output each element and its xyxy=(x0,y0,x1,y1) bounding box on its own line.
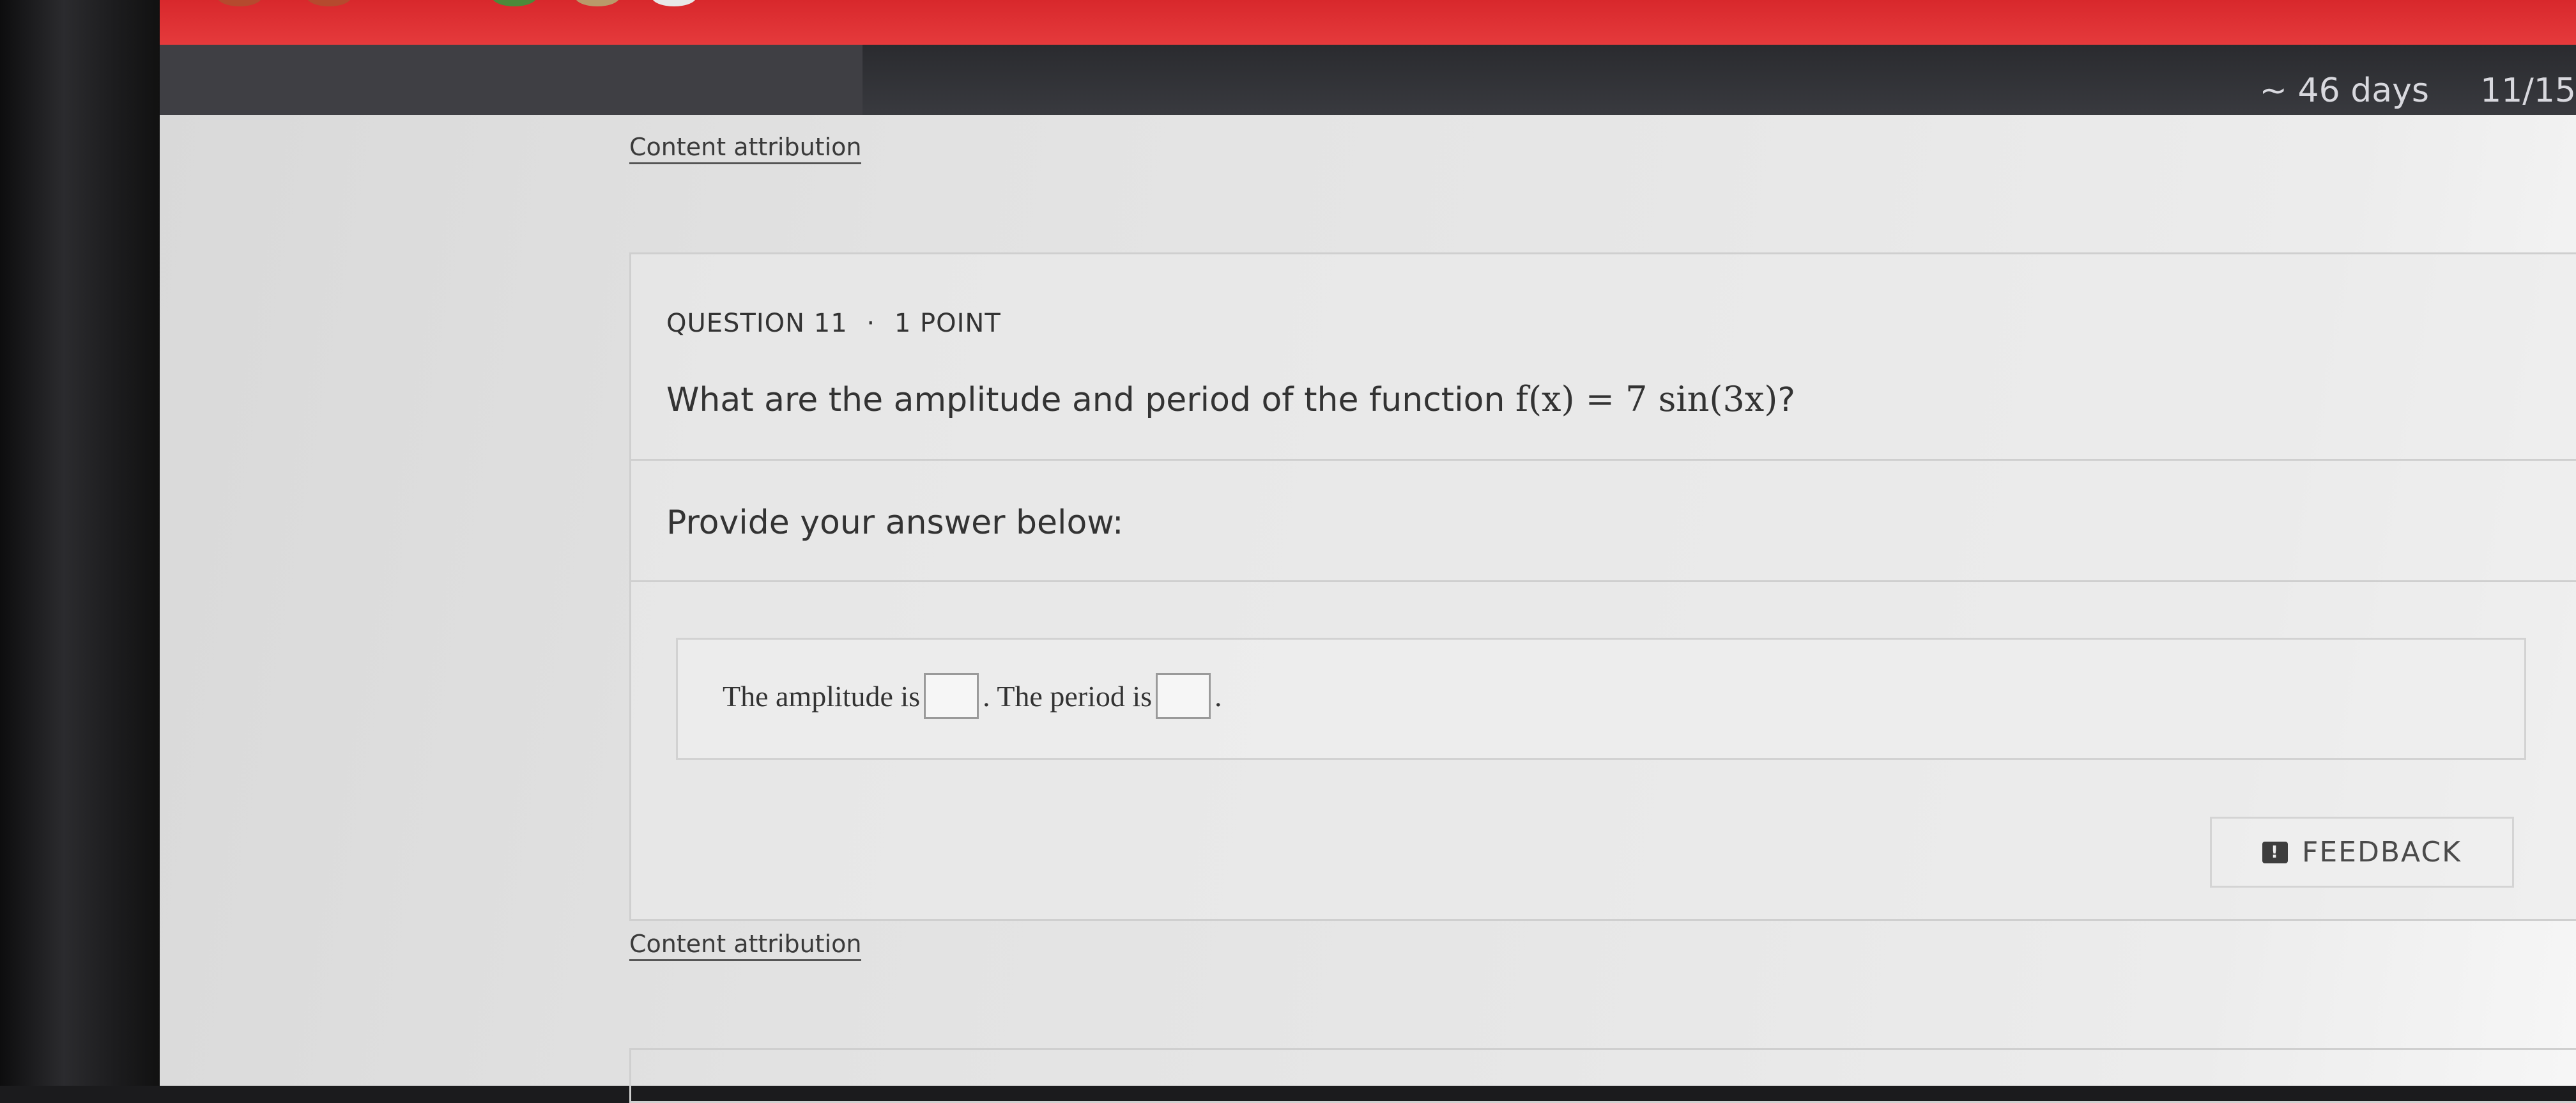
divider xyxy=(631,580,2576,582)
tab-icon xyxy=(492,0,537,6)
question-progress: 11/15 xyxy=(2480,72,2576,110)
question-card: QUESTION 11 · 1 POINT What are the ampli… xyxy=(629,252,2576,921)
question-math: f(x) = 7 sin(3x) xyxy=(1515,379,1778,419)
divider xyxy=(631,459,2576,461)
answer-area: The amplitude is . The period is . xyxy=(676,638,2526,760)
answer-end: . xyxy=(1215,679,1222,713)
feedback-button[interactable]: ! FEEDBACK xyxy=(2210,817,2514,888)
tab-icon xyxy=(307,0,351,6)
question-number: QUESTION 11 xyxy=(666,309,848,338)
answer-line: The amplitude is . The period is . xyxy=(723,673,1222,719)
content-attribution-link-bottom[interactable]: Content attribution xyxy=(629,930,862,961)
question-suffix: ? xyxy=(1777,381,1795,419)
browser-top-strip xyxy=(160,0,2576,45)
period-input[interactable] xyxy=(1156,673,1211,719)
header-separator: · xyxy=(866,309,876,338)
next-question-card xyxy=(629,1048,2576,1103)
tab-icon xyxy=(652,0,696,6)
feedback-label: FEEDBACK xyxy=(2302,836,2462,868)
exclamation-icon: ! xyxy=(2262,841,2288,863)
answer-prompt: Provide your answer below: xyxy=(666,504,1124,542)
amplitude-input[interactable] xyxy=(924,673,979,719)
tab-icon xyxy=(217,0,262,6)
question-body: What are the amplitude and period of the… xyxy=(666,381,1515,419)
monitor-bezel xyxy=(0,0,160,1086)
period-label: . The period is xyxy=(983,679,1153,713)
header-left-panel xyxy=(160,45,862,121)
app-header xyxy=(160,45,2576,121)
tab-icon xyxy=(575,0,620,6)
question-points: 1 POINT xyxy=(894,309,1001,338)
days-remaining: ~ 46 days xyxy=(2259,72,2429,110)
content-attribution-link-top[interactable]: Content attribution xyxy=(629,133,862,164)
question-header: QUESTION 11 · 1 POINT xyxy=(666,309,1001,338)
amplitude-label: The amplitude is xyxy=(723,679,921,713)
question-text: What are the amplitude and period of the… xyxy=(666,379,1795,419)
